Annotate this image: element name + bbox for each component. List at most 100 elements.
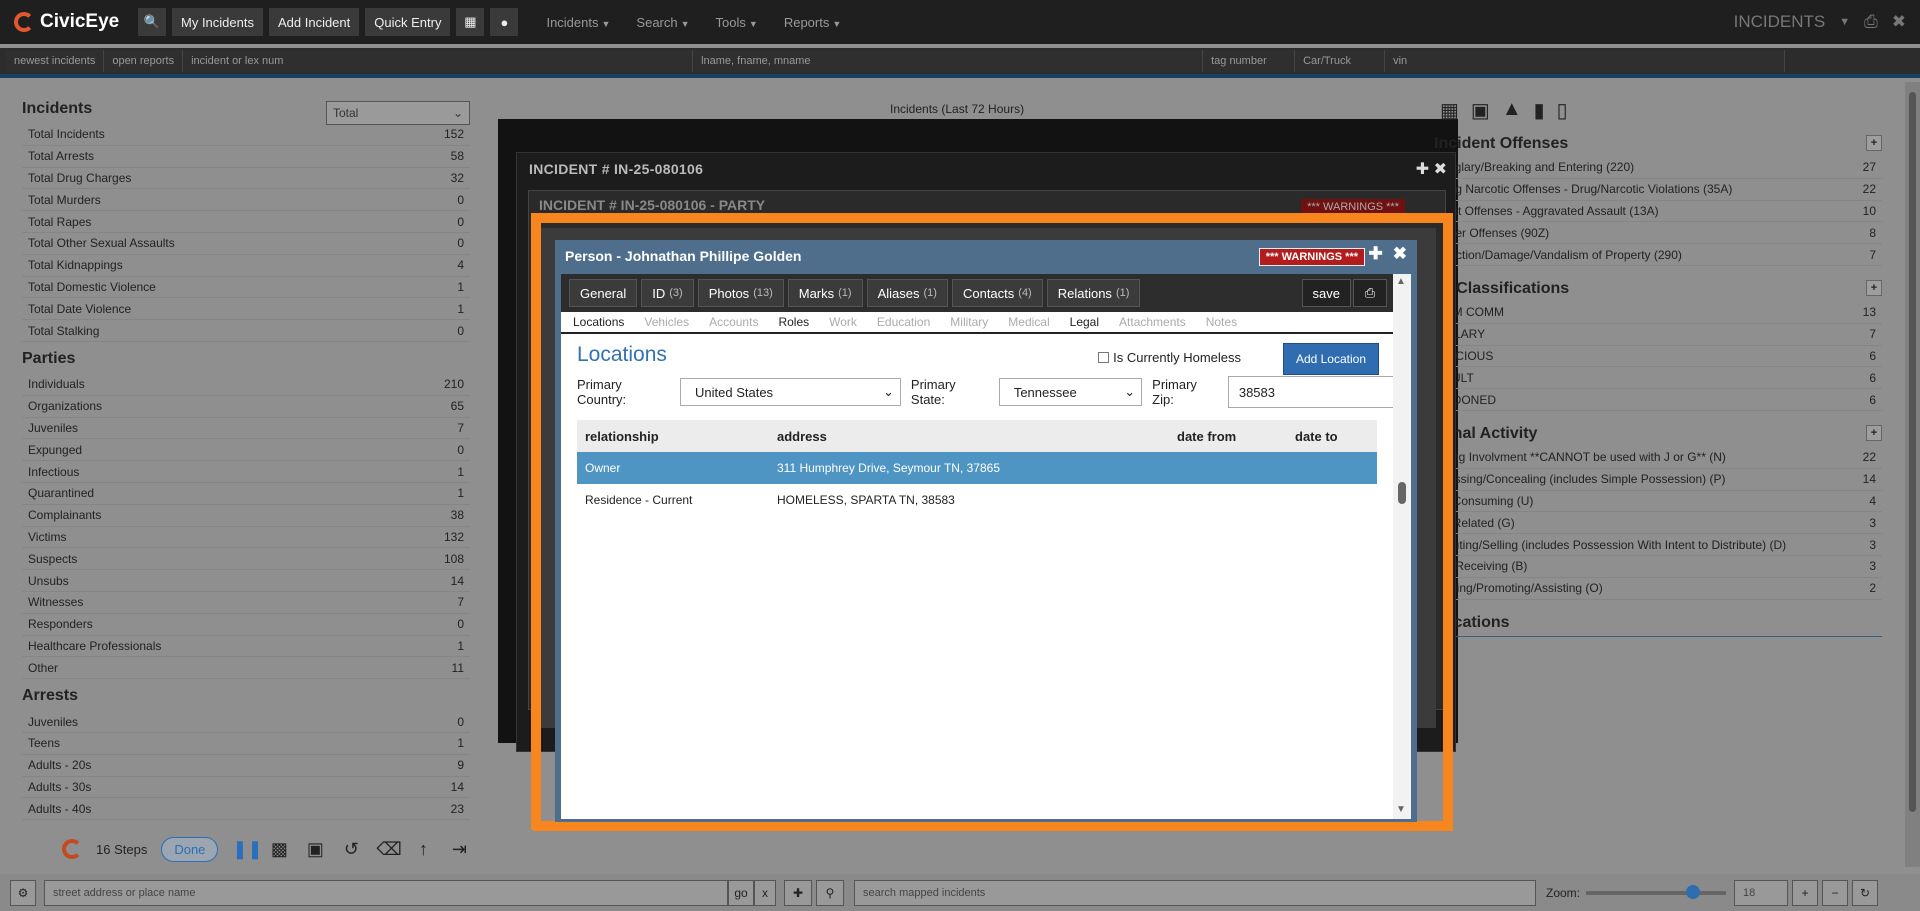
search-icon[interactable]: 🔍: [138, 8, 166, 36]
print-icon[interactable]: ⎙: [1864, 12, 1878, 32]
newest-incidents-link[interactable]: newest incidents: [6, 50, 105, 72]
search-mapped-incidents-input[interactable]: search mapped incidents: [854, 879, 1536, 906]
col-relationship[interactable]: relationship: [577, 429, 777, 444]
stat-row[interactable]: struction/Damage/Vandalism of Property (…: [1430, 244, 1882, 266]
zoom-slider-handle[interactable]: [1686, 884, 1701, 899]
my-incidents-button[interactable]: My Incidents: [172, 8, 263, 36]
done-button[interactable]: Done: [161, 836, 219, 862]
homeless-checkbox[interactable]: Is Currently Homeless: [1098, 350, 1241, 365]
modal-scrollbar-thumb[interactable]: [1398, 482, 1406, 504]
name-search-input[interactable]: lname, fname, mname: [693, 50, 1204, 72]
stat-row[interactable]: ng/Consuming (U) 4: [1430, 491, 1882, 513]
map-pin-icon[interactable]: ●: [490, 8, 519, 36]
save-button[interactable]: save: [1301, 279, 1351, 307]
subtab-locations[interactable]: Locations: [573, 315, 624, 329]
menu-tools[interactable]: Tools ▼: [716, 15, 758, 30]
stat-row[interactable]: Individuals 210: [22, 374, 470, 396]
stat-row[interactable]: Total Incidents 152: [22, 124, 470, 146]
person-modal-header[interactable]: Person - Johnathan Phillipe Golden *** W…: [555, 240, 1417, 272]
expand-icon[interactable]: ✚: [1369, 244, 1383, 264]
zoom-out-icon[interactable]: −: [1822, 879, 1849, 906]
tab-relations[interactable]: Relations (1): [1046, 279, 1141, 307]
subtab-medical[interactable]: Medical: [1008, 315, 1049, 329]
expand-icon[interactable]: ✚: [1416, 161, 1429, 178]
stat-row[interactable]: SPICIOUS 6: [1430, 346, 1882, 368]
stat-row[interactable]: Complainants 38: [22, 505, 470, 527]
zoom-value-input[interactable]: 18: [1734, 879, 1789, 906]
expand-icon[interactable]: +: [1866, 279, 1882, 296]
stat-row[interactable]: Adults - 40s 23: [22, 798, 470, 821]
print-icon[interactable]: ⎙: [1353, 279, 1387, 307]
stat-row[interactable]: Quarantined 1: [22, 483, 470, 505]
scroll-down-icon[interactable]: ▼: [1396, 804, 1406, 815]
skip-icon[interactable]: ⇥: [448, 839, 470, 860]
calculator-icon[interactable]: ▦: [1440, 98, 1459, 123]
blur-icon[interactable]: ▩: [268, 839, 290, 860]
tag-search-input[interactable]: tag number: [1203, 50, 1296, 72]
stat-row[interactable]: ARM COMM 13: [1430, 302, 1882, 324]
stat-row[interactable]: Responders 0: [22, 614, 470, 636]
stat-row[interactable]: Adults - 30s 14: [22, 777, 470, 799]
close-icon[interactable]: ✖: [1393, 244, 1407, 264]
stat-row[interactable]: Teens 1: [22, 733, 470, 755]
undo-icon[interactable]: ↺: [340, 839, 362, 860]
pause-icon[interactable]: ❚❚: [232, 839, 262, 860]
refresh-icon[interactable]: ↻: [1852, 879, 1879, 906]
subtab-vehicles[interactable]: Vehicles: [644, 315, 689, 329]
subtab-roles[interactable]: Roles: [778, 315, 809, 329]
stat-row[interactable]: tributing/Selling (includes Possession W…: [1430, 534, 1882, 556]
checkbox-icon[interactable]: [1098, 352, 1110, 363]
stat-row[interactable]: ssessing/Concealing (includes Simple Pos…: [1430, 469, 1882, 491]
stat-row[interactable]: Total Stalking 0: [22, 320, 470, 342]
expand-icon[interactable]: +: [1866, 135, 1882, 151]
quick-entry-button[interactable]: Quick Entry: [365, 8, 451, 36]
zoom-in-icon[interactable]: +: [1792, 879, 1819, 906]
subtab-notes[interactable]: Notes: [1206, 315, 1237, 329]
book-icon[interactable]: ▯: [1557, 98, 1568, 123]
warnings-badge[interactable]: *** WARNINGS ***: [1258, 248, 1365, 266]
add-incident-button[interactable]: Add Incident: [268, 8, 360, 36]
primary-state-select[interactable]: Tennessee ⌄: [998, 378, 1143, 406]
stat-row[interactable]: Organizations 65: [22, 396, 470, 418]
stat-row[interactable]: RGLARY 7: [1430, 324, 1882, 346]
stat-row[interactable]: Infectious 1: [22, 461, 470, 483]
add-location-button[interactable]: Add Location: [1282, 343, 1379, 375]
stat-row[interactable]: ing/Receiving (B) 3: [1430, 556, 1882, 578]
stat-row[interactable]: Total Other Sexual Assaults 0: [22, 233, 470, 255]
stat-row[interactable]: Total Domestic Violence 1: [22, 277, 470, 299]
go-button[interactable]: go: [728, 879, 754, 906]
stat-row[interactable]: Total Kidnappings 4: [22, 255, 470, 277]
stat-row[interactable]: Total Arrests 58: [22, 146, 470, 168]
stat-row[interactable]: Gang Involvment **CANNOT be used with J …: [1430, 447, 1882, 469]
page-scrollbar[interactable]: [1905, 82, 1920, 867]
stat-row[interactable]: Burglary/Breaking and Entering (220) 27: [1430, 157, 1882, 179]
stat-row[interactable]: Total Murders 0: [22, 189, 470, 212]
vin-search-input[interactable]: vin: [1385, 50, 1786, 72]
subtab-military[interactable]: Military: [950, 315, 988, 329]
zoom-slider[interactable]: [1586, 884, 1727, 899]
col-date-to[interactable]: date to: [1295, 429, 1377, 444]
stat-row[interactable]: erating/Promoting/Assisting (O) 2: [1430, 578, 1882, 600]
scroll-up-icon[interactable]: ▲: [1396, 276, 1406, 287]
tab-id[interactable]: ID (3): [641, 279, 694, 307]
settings-icon[interactable]: ⚙: [10, 879, 36, 906]
open-reports-link[interactable]: open reports: [104, 50, 184, 72]
street-address-input[interactable]: street address or place name: [44, 879, 728, 906]
map-icon[interactable]: ▲: [1502, 98, 1522, 123]
subtab-education[interactable]: Education: [877, 315, 930, 329]
tab-marks[interactable]: Marks (1): [787, 279, 863, 307]
stat-row[interactable]: Unsubs 14: [22, 570, 470, 592]
stat-row[interactable]: sault Offenses - Aggravated Assault (13A…: [1430, 201, 1882, 223]
trash-icon[interactable]: ⌫: [376, 839, 401, 860]
stat-row[interactable]: ng Related (G) 3: [1430, 512, 1882, 535]
vehicle-search-input[interactable]: Car/Truck: [1295, 50, 1386, 72]
subtab-work[interactable]: Work: [829, 315, 857, 329]
close-icon[interactable]: ✖: [1892, 12, 1906, 32]
stat-row[interactable]: Expunged 0: [22, 439, 470, 462]
col-address[interactable]: address: [777, 429, 1177, 444]
stat-row[interactable]: Adults - 20s 9: [22, 755, 470, 777]
modal-scrollbar[interactable]: ▲ ▼: [1393, 274, 1411, 819]
stat-row[interactable]: Juveniles 7: [22, 418, 470, 440]
primary-country-select[interactable]: United States ⌄: [680, 378, 901, 406]
stat-row[interactable]: Other Offenses (90Z) 8: [1430, 222, 1882, 245]
